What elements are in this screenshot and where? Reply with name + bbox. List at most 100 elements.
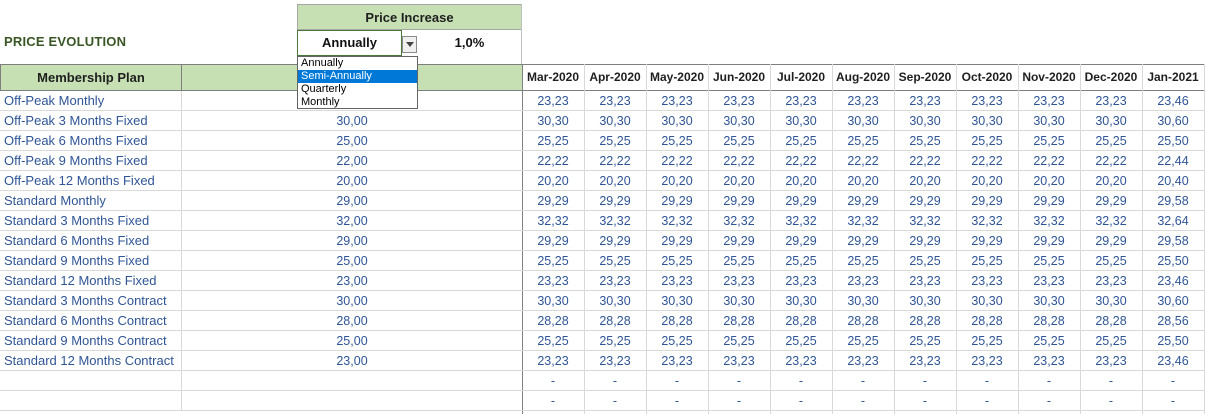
monthly-price-cell[interactable]: - [770,371,832,391]
monthly-price-cell[interactable]: 25,25 [708,331,770,351]
monthly-price-cell[interactable]: 25,25 [1080,251,1142,271]
base-price-cell[interactable]: 22,00 [182,151,522,171]
monthly-price-cell[interactable]: 25,25 [708,251,770,271]
monthly-price-cell[interactable]: 29,29 [584,191,646,211]
monthly-price-cell[interactable]: - [584,391,646,411]
monthly-price-cell[interactable]: 30,30 [956,111,1018,131]
dropdown-option-annually[interactable]: Annually [298,57,417,70]
base-price-cell[interactable]: 28,00 [182,311,522,331]
monthly-price-cell[interactable]: - [1142,371,1204,391]
monthly-price-cell[interactable]: 23,23 [770,91,832,111]
monthly-price-cell[interactable]: 29,29 [646,231,708,251]
plan-name-cell[interactable]: Off-Peak 12 Months Fixed [0,171,182,191]
monthly-price-cell[interactable]: 25,25 [832,251,894,271]
monthly-price-cell[interactable]: - [522,371,584,391]
dropdown-arrow-button[interactable] [402,36,417,53]
base-price-cell[interactable]: 30,00 [182,111,522,131]
monthly-price-cell[interactable]: 29,29 [770,231,832,251]
monthly-price-cell[interactable]: 30,60 [1142,111,1204,131]
monthly-price-cell[interactable]: 22,22 [894,151,956,171]
base-price-cell[interactable] [182,391,522,411]
monthly-price-cell[interactable]: 30,30 [708,111,770,131]
monthly-price-cell[interactable]: 22,22 [770,151,832,171]
monthly-price-cell[interactable]: 28,28 [646,311,708,331]
monthly-price-cell[interactable]: - [832,391,894,411]
monthly-price-cell[interactable]: 30,30 [522,111,584,131]
monthly-price-cell[interactable]: - [956,391,1018,411]
dropdown-option-quarterly[interactable]: Quarterly [298,83,417,96]
monthly-price-cell[interactable]: 22,22 [522,151,584,171]
monthly-price-cell[interactable]: 29,29 [770,191,832,211]
monthly-price-cell[interactable]: - [1080,391,1142,411]
monthly-price-cell[interactable]: 23,23 [770,351,832,371]
base-price-cell[interactable]: 23,00 [182,351,522,371]
monthly-price-cell[interactable]: 23,23 [1018,91,1080,111]
base-price-cell[interactable]: 25,00 [182,131,522,151]
monthly-price-cell[interactable]: 25,25 [832,131,894,151]
monthly-price-cell[interactable]: - [1080,371,1142,391]
monthly-price-cell[interactable]: 23,23 [584,351,646,371]
monthly-price-cell[interactable]: 25,25 [894,131,956,151]
monthly-price-cell[interactable]: 30,30 [832,111,894,131]
monthly-price-cell[interactable]: - [832,371,894,391]
monthly-price-cell[interactable]: 23,23 [522,91,584,111]
monthly-price-cell[interactable]: - [894,371,956,391]
monthly-price-cell[interactable]: 23,23 [832,91,894,111]
monthly-price-cell[interactable]: 28,28 [956,311,1018,331]
monthly-price-cell[interactable]: 30,30 [522,291,584,311]
monthly-price-cell[interactable]: 30,30 [956,291,1018,311]
base-price-cell[interactable]: 29,00 [182,191,522,211]
monthly-price-cell[interactable]: 23,23 [770,271,832,291]
dropdown-option-monthly[interactable]: Monthly [298,96,417,109]
base-price-cell[interactable]: 29,00 [182,231,522,251]
monthly-price-cell[interactable]: 20,20 [584,171,646,191]
monthly-price-cell[interactable]: 20,40 [1142,171,1204,191]
monthly-price-cell[interactable]: 25,25 [770,251,832,271]
monthly-price-cell[interactable]: 22,22 [646,151,708,171]
monthly-price-cell[interactable]: 23,46 [1142,91,1204,111]
base-price-cell[interactable]: 23,00 [182,271,522,291]
monthly-price-cell[interactable]: 23,23 [894,351,956,371]
monthly-price-cell[interactable]: 30,30 [832,291,894,311]
monthly-price-cell[interactable]: 22,22 [1080,151,1142,171]
monthly-price-cell[interactable]: 20,20 [832,171,894,191]
monthly-price-cell[interactable]: 25,25 [522,251,584,271]
monthly-price-cell[interactable]: 30,30 [770,291,832,311]
base-price-cell[interactable]: 30,00 [182,291,522,311]
plan-name-cell[interactable]: Standard 12 Months Contract [0,351,182,371]
monthly-price-cell[interactable]: 32,32 [708,211,770,231]
monthly-price-cell[interactable]: 29,29 [522,231,584,251]
monthly-price-cell[interactable]: 23,23 [522,351,584,371]
monthly-price-cell[interactable]: 29,29 [1018,231,1080,251]
monthly-price-cell[interactable]: 28,28 [1080,311,1142,331]
monthly-price-cell[interactable]: 29,29 [1080,191,1142,211]
monthly-price-cell[interactable]: 23,46 [1142,271,1204,291]
monthly-price-cell[interactable]: 29,29 [522,191,584,211]
monthly-price-cell[interactable]: 25,25 [1018,251,1080,271]
plan-name-cell[interactable]: Standard 12 Months Fixed [0,271,182,291]
monthly-price-cell[interactable]: 22,44 [1142,151,1204,171]
monthly-price-cell[interactable]: 25,25 [1080,331,1142,351]
monthly-price-cell[interactable]: 25,50 [1142,331,1204,351]
dropdown-option-semi-annually[interactable]: Semi-Annually [298,70,417,83]
monthly-price-cell[interactable]: 23,46 [1142,351,1204,371]
monthly-price-cell[interactable]: - [646,391,708,411]
plan-name-cell[interactable]: Standard 9 Months Contract [0,331,182,351]
monthly-price-cell[interactable]: 30,30 [708,291,770,311]
monthly-price-cell[interactable]: 20,20 [770,171,832,191]
base-price-cell[interactable]: 32,00 [182,211,522,231]
monthly-price-cell[interactable]: 20,20 [522,171,584,191]
monthly-price-cell[interactable]: 28,28 [584,311,646,331]
monthly-price-cell[interactable]: - [708,391,770,411]
monthly-price-cell[interactable]: 25,25 [894,251,956,271]
monthly-price-cell[interactable]: 30,30 [1080,291,1142,311]
monthly-price-cell[interactable]: 25,25 [1018,131,1080,151]
monthly-price-cell[interactable]: 28,56 [1142,311,1204,331]
monthly-price-cell[interactable]: - [522,391,584,411]
monthly-price-cell[interactable]: 25,25 [770,331,832,351]
monthly-price-cell[interactable]: 23,23 [708,271,770,291]
monthly-price-cell[interactable]: 23,23 [646,91,708,111]
plan-name-cell[interactable]: Standard 6 Months Contract [0,311,182,331]
monthly-price-cell[interactable]: 23,23 [1080,351,1142,371]
monthly-price-cell[interactable]: 29,29 [832,231,894,251]
